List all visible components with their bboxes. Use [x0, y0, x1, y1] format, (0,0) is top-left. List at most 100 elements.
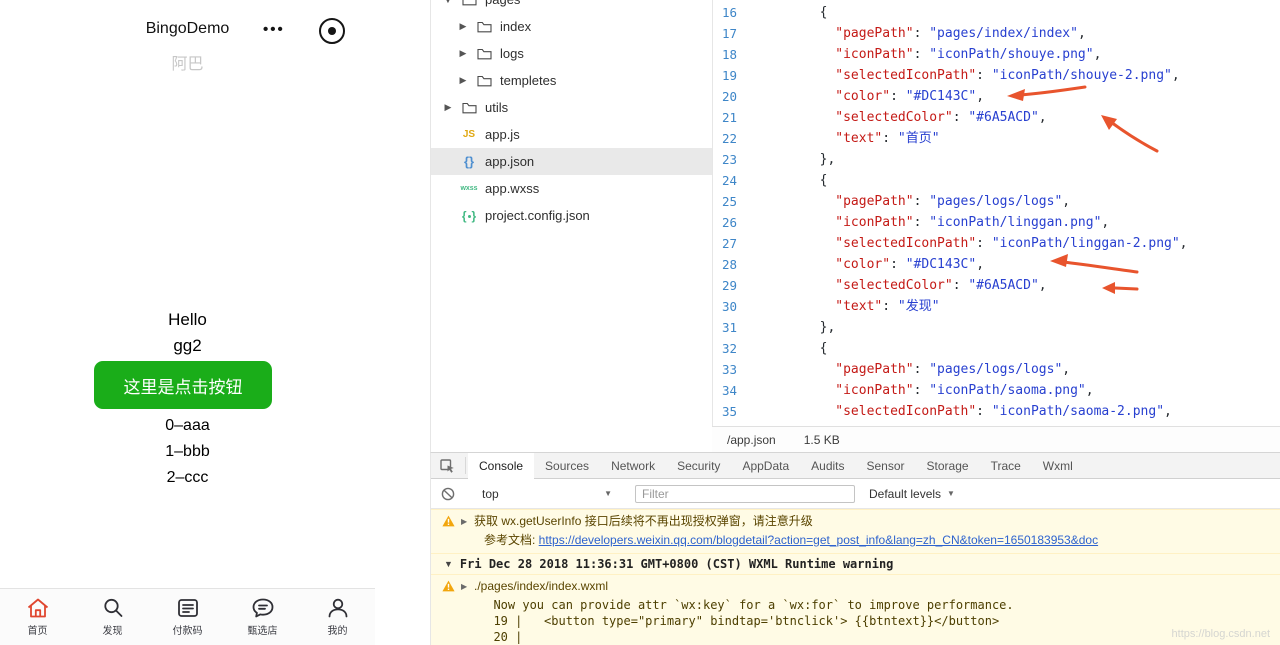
- code-token: :: [882, 299, 898, 314]
- tab-trace[interactable]: Trace: [980, 453, 1032, 478]
- divider: [465, 457, 466, 474]
- code-token: ,: [1093, 47, 1102, 62]
- code-token: "pages/logs/logs": [929, 362, 1063, 377]
- menu-dots-icon[interactable]: •••: [263, 21, 285, 38]
- code-text: "selectedIconPath": "iconPath/linggan-2.…: [757, 233, 1188, 254]
- tabbar-item-paycode[interactable]: 付款码: [150, 589, 225, 645]
- code-text: "iconPath": "iconPath/shouye.png",: [757, 44, 1101, 65]
- tabbar-item-discover[interactable]: 发现: [75, 589, 150, 645]
- code-token: "pages/logs/logs": [929, 194, 1063, 209]
- code-token: {: [819, 5, 828, 20]
- tab-appdata[interactable]: AppData: [731, 453, 800, 478]
- tab-network[interactable]: Network: [600, 453, 666, 478]
- tab-security[interactable]: Security: [666, 453, 731, 478]
- capsule-home-icon[interactable]: [319, 18, 345, 44]
- gg-text: gg2: [173, 336, 202, 355]
- tree-item-index[interactable]: ▶ index: [431, 13, 712, 40]
- code-line: 21 "selectedColor": "#6A5ACD",: [713, 107, 1280, 128]
- code-token: "发现": [897, 299, 940, 314]
- primary-action-button[interactable]: 这里是点击按钮: [94, 361, 272, 409]
- paycode-icon: [175, 595, 201, 621]
- chevron-down-icon[interactable]: ▼: [444, 559, 453, 569]
- tree-item-templetes[interactable]: ▶ templetes: [431, 67, 712, 94]
- tree-item-logs[interactable]: ▶ logs: [431, 40, 712, 67]
- code-token: :: [913, 215, 930, 230]
- watermark: https://blog.csdn.net: [1171, 628, 1270, 640]
- code-token: "text": [835, 131, 883, 146]
- code-text: },: [757, 149, 836, 170]
- code-token: ,: [1164, 404, 1172, 419]
- line-number: 23: [721, 152, 737, 167]
- tree-item-app.js[interactable]: JS app.js: [431, 121, 712, 148]
- code-token: ,: [1085, 383, 1094, 398]
- file-label: templetes: [500, 73, 557, 88]
- chevron-down-icon[interactable]: ▼: [443, 0, 453, 5]
- home-icon: [25, 595, 51, 621]
- group-title: Fri Dec 28 2018 11:36:31 GMT+0800 (CST) …: [459, 557, 894, 571]
- code-token: "iconPath/linggan-2.png": [991, 236, 1180, 251]
- tabbar-item-store[interactable]: 甄选店: [225, 589, 300, 645]
- chevron-right-icon[interactable]: ▶: [461, 578, 471, 595]
- console-warning-message: ▶ 获取 wx.getUserInfo 接口后续将不再出现授权弹窗，请注意升级 参考…: [431, 509, 1280, 553]
- doc-link[interactable]: https://developers.weixin.qq.com/blogdet…: [539, 533, 1098, 547]
- console-group-header[interactable]: ▼ Fri Dec 28 2018 11:36:31 GMT+0800 (CST)…: [431, 553, 1280, 574]
- code-text: "selectedColor": "#6A5ACD",: [757, 107, 1046, 128]
- line-number: 32: [721, 341, 737, 356]
- code-line: 34 "iconPath": "iconPath/saoma.png",: [713, 380, 1280, 401]
- inspect-element-icon[interactable]: [431, 453, 463, 478]
- chevron-right-icon[interactable]: ▶: [458, 21, 468, 32]
- code-token: "pages/index/index": [929, 26, 1078, 41]
- code-token: ,: [1179, 236, 1188, 251]
- tab-audits[interactable]: Audits: [800, 453, 855, 478]
- line-number: 29: [721, 278, 737, 293]
- tab-storage[interactable]: Storage: [916, 453, 980, 478]
- tab-wxml[interactable]: Wxml: [1032, 453, 1084, 478]
- code-editor[interactable]: 16 {17 "pagePath": "pages/index/index", 1…: [712, 0, 1280, 426]
- warning-code-line: 19 | <button type="primary" bindtap='btn…: [479, 614, 1000, 628]
- tab-sources[interactable]: Sources: [534, 453, 600, 478]
- chevron-right-icon[interactable]: ▶: [443, 102, 453, 113]
- chevron-right-icon[interactable]: ▶: [458, 75, 468, 86]
- code-token: :: [913, 26, 930, 41]
- link-prefix: 参考文档:: [484, 533, 539, 547]
- tab-sensor[interactable]: Sensor: [856, 453, 916, 478]
- chevron-right-icon[interactable]: ▶: [461, 513, 471, 530]
- line-number: 31: [721, 320, 737, 335]
- log-levels-select[interactable]: Default levels ▼: [869, 487, 955, 501]
- context-select[interactable]: top ▼: [470, 487, 620, 501]
- code-token: ,: [976, 257, 985, 272]
- tab-console[interactable]: Console: [468, 453, 535, 478]
- tree-item-app.json[interactable]: {} app.json: [431, 148, 712, 175]
- code-token: :: [976, 68, 992, 83]
- tree-item-utils[interactable]: ▶ utils: [431, 94, 712, 121]
- tabbar-item-home[interactable]: 首页: [0, 589, 75, 645]
- clear-console-icon[interactable]: [431, 487, 465, 501]
- chevron-right-icon[interactable]: ▶: [458, 48, 468, 59]
- code-line: 25 "pagePath": "pages/logs/logs",: [713, 191, 1280, 212]
- console-toolbar: top ▼ Default levels ▼: [431, 479, 1280, 509]
- filter-input[interactable]: [635, 484, 855, 503]
- code-token: "#6A5ACD": [968, 278, 1039, 293]
- code-token: ,: [1101, 215, 1110, 230]
- code-token: ,: [976, 89, 985, 104]
- code-line: 26 "iconPath": "iconPath/linggan.png",: [713, 212, 1280, 233]
- code-line: 23 },: [713, 149, 1280, 170]
- line-number: 24: [721, 173, 737, 188]
- line-number: 22: [721, 131, 737, 146]
- code-token: "iconPath/linggan.png": [929, 215, 1102, 230]
- tree-item-pages[interactable]: ▼ pages: [431, 0, 712, 13]
- folder-icon: [474, 75, 494, 87]
- code-token: "pagePath": [835, 26, 914, 41]
- file-label: index: [500, 19, 532, 34]
- line-number: 17: [721, 26, 737, 41]
- tabbar-item-profile[interactable]: 我的: [300, 589, 375, 645]
- warning-text: ./pages/index/index.wxml: [474, 579, 609, 593]
- code-token: },: [819, 152, 836, 167]
- tree-item-app.wxss[interactable]: wxss app.wxss: [431, 175, 712, 202]
- line-number: 30: [721, 299, 737, 314]
- tree-item-project.config.json[interactable]: {} project.config.json: [431, 202, 712, 229]
- status-file-path: /app.json: [727, 432, 776, 447]
- file-label: pages: [485, 0, 520, 7]
- code-token: ,: [1062, 194, 1071, 209]
- code-text: "selectedColor": "#6A5ACD",: [757, 275, 1046, 296]
